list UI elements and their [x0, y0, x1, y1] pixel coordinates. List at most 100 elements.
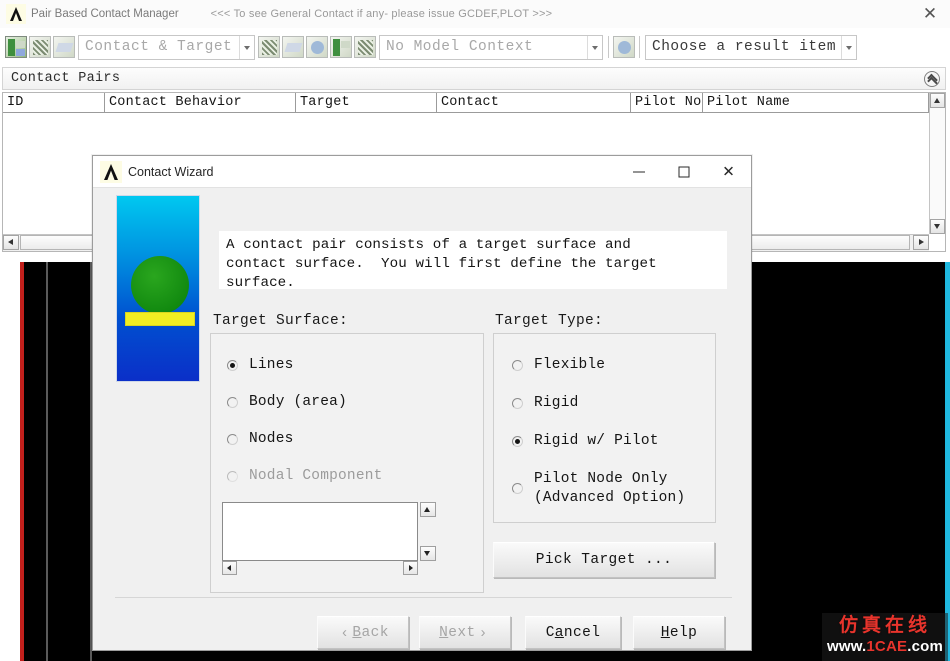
back-button-label: Back [352, 624, 389, 641]
back-button[interactable]: ‹ Back [317, 616, 409, 649]
maximize-icon[interactable] [661, 156, 706, 188]
scroll-up-icon[interactable] [420, 502, 436, 517]
illustration-green-circle [131, 256, 189, 314]
radio-label: Nodal Component [249, 468, 383, 484]
viewport-cyan-edge [945, 262, 950, 661]
window-close-button[interactable]: ✕ [920, 4, 940, 24]
pick-target-button-label: Pick Target ... [535, 552, 673, 568]
wizard-info-box: A contact pair consists of a target surf… [219, 231, 727, 291]
radio-indicator-icon [512, 483, 523, 494]
scroll-right-icon[interactable] [403, 561, 418, 575]
radio-indicator-icon [227, 434, 238, 445]
viewport-guide-line-left [46, 262, 48, 661]
cancel-button[interactable]: Cancel [525, 616, 621, 649]
scroll-down-icon[interactable] [420, 546, 436, 561]
contact-properties-icon[interactable] [306, 36, 328, 58]
next-button[interactable]: Next › [419, 616, 511, 649]
radio-label: Nodes [249, 431, 294, 447]
show-contact-icon[interactable] [258, 36, 280, 58]
dialog-titlebar: Contact Wizard ✕ [93, 156, 751, 188]
next-chevron-icon: › [480, 624, 486, 641]
grid-column-header[interactable]: Contact [437, 93, 631, 113]
scroll-up-icon[interactable] [930, 93, 945, 108]
contact-wizard-dialog: Contact Wizard ✕ A contact pair consists… [92, 155, 752, 651]
contact-target-icon[interactable] [29, 36, 51, 58]
radio-label: Rigid [534, 395, 579, 411]
help-button-label: Help [660, 624, 698, 641]
grid-vertical-scrollbar[interactable] [929, 93, 945, 234]
viewport-left-pane [0, 262, 20, 661]
grid-column-header[interactable]: ID [3, 93, 105, 113]
contact-pairs-header-bar: Contact Pairs [2, 67, 946, 90]
contact-pairs-grid-header: IDContact BehaviorTargetContactPilot Nod… [3, 93, 929, 113]
screenshot-root: Pair Based Contact Manager <<< To see Ge… [0, 0, 950, 661]
result-item-icon[interactable] [613, 36, 635, 58]
contact-pairs-title: Contact Pairs [11, 71, 121, 86]
ansys-a-logo-icon [100, 160, 122, 183]
close-icon[interactable]: ✕ [706, 156, 751, 188]
radio-target-surface-nodal-component: Nodal Component [227, 467, 383, 486]
target-surface-listbox[interactable] [222, 502, 418, 561]
radio-indicator-icon [512, 436, 523, 447]
radio-target-surface-body-area[interactable]: Body (area) [227, 393, 347, 412]
grid-column-header[interactable]: Contact Behavior [105, 93, 296, 113]
scroll-left-icon[interactable] [222, 561, 237, 575]
grid-column-header[interactable]: Pilot Node [631, 93, 703, 113]
radio-target-type-rigid[interactable]: Rigid [512, 394, 579, 413]
chevron-down-icon[interactable] [239, 35, 254, 59]
chevron-up-circle-icon[interactable] [924, 71, 940, 87]
cancel-button-label: Cancel [545, 624, 601, 641]
radio-indicator-icon [227, 397, 238, 408]
vertical-scroll-track[interactable] [930, 108, 945, 219]
illustration-yellow-bar [125, 312, 195, 326]
contact-target-combo[interactable]: Contact & Target [78, 34, 255, 60]
chevron-down-icon[interactable] [587, 35, 602, 59]
listbox-horizontal-scrollbar[interactable] [222, 561, 418, 576]
dialog-window-buttons: ✕ [616, 156, 751, 188]
model-context-combo[interactable]: No Model Context [379, 34, 603, 60]
window-title: Pair Based Contact Manager [31, 8, 179, 20]
scroll-down-icon[interactable] [930, 219, 945, 234]
radio-target-type-pilot-node-only[interactable]: Pilot Node Only (Advanced Option) [512, 470, 685, 508]
radio-indicator-icon [512, 398, 523, 409]
toolbar-separator [639, 36, 640, 58]
wizard-illustration [116, 195, 200, 382]
radio-label: Flexible [534, 357, 606, 373]
radio-indicator-icon [227, 471, 238, 482]
window-titlebar: Pair Based Contact Manager <<< To see Ge… [0, 0, 950, 29]
contact-normals-icon[interactable] [53, 36, 75, 58]
window-title-message: <<< To see General Contact if any- pleas… [210, 8, 553, 20]
radio-label: Body (area) [249, 394, 347, 410]
help-button[interactable]: Help [633, 616, 725, 649]
scroll-left-icon[interactable] [3, 235, 19, 250]
pick-target-button[interactable]: Pick Target ... [493, 542, 715, 578]
result-item-combo-value: Choose a result item [652, 39, 837, 55]
grid-column-header[interactable]: Target [296, 93, 437, 113]
contact-pair-icon[interactable] [5, 36, 27, 58]
result-item-combo[interactable]: Choose a result item [645, 34, 857, 60]
contact-plot-icon[interactable] [330, 36, 352, 58]
radio-indicator-icon [512, 360, 523, 371]
radio-label: Pilot Node Only (Advanced Option) [534, 471, 686, 506]
toolbar-separator [608, 36, 609, 58]
grid-column-header[interactable]: Pilot Name [703, 93, 929, 113]
listbox-vertical-scrollbar[interactable] [420, 502, 437, 561]
dialog-title: Contact Wizard [128, 164, 214, 179]
target-surface-label: Target Surface: [213, 313, 349, 329]
back-chevron-icon: ‹ [342, 624, 348, 641]
target-surface-listbox-area [222, 502, 437, 577]
flip-normals-icon[interactable] [282, 36, 304, 58]
dialog-separator [115, 597, 732, 598]
radio-target-type-flexible[interactable]: Flexible [512, 356, 605, 375]
radio-indicator-icon [227, 360, 238, 371]
chevron-down-icon[interactable] [841, 35, 856, 59]
minimize-icon[interactable] [616, 156, 661, 188]
scroll-right-icon[interactable] [913, 235, 929, 250]
radio-target-surface-nodes[interactable]: Nodes [227, 430, 294, 449]
contact-list-icon[interactable] [354, 36, 376, 58]
ansys-a-logo-icon [6, 4, 26, 24]
viewport-red-edge [20, 262, 24, 661]
radio-label: Lines [249, 357, 294, 373]
radio-target-type-rigid-with-pilot[interactable]: Rigid w/ Pilot [512, 432, 659, 451]
radio-target-surface-lines[interactable]: Lines [227, 356, 294, 375]
